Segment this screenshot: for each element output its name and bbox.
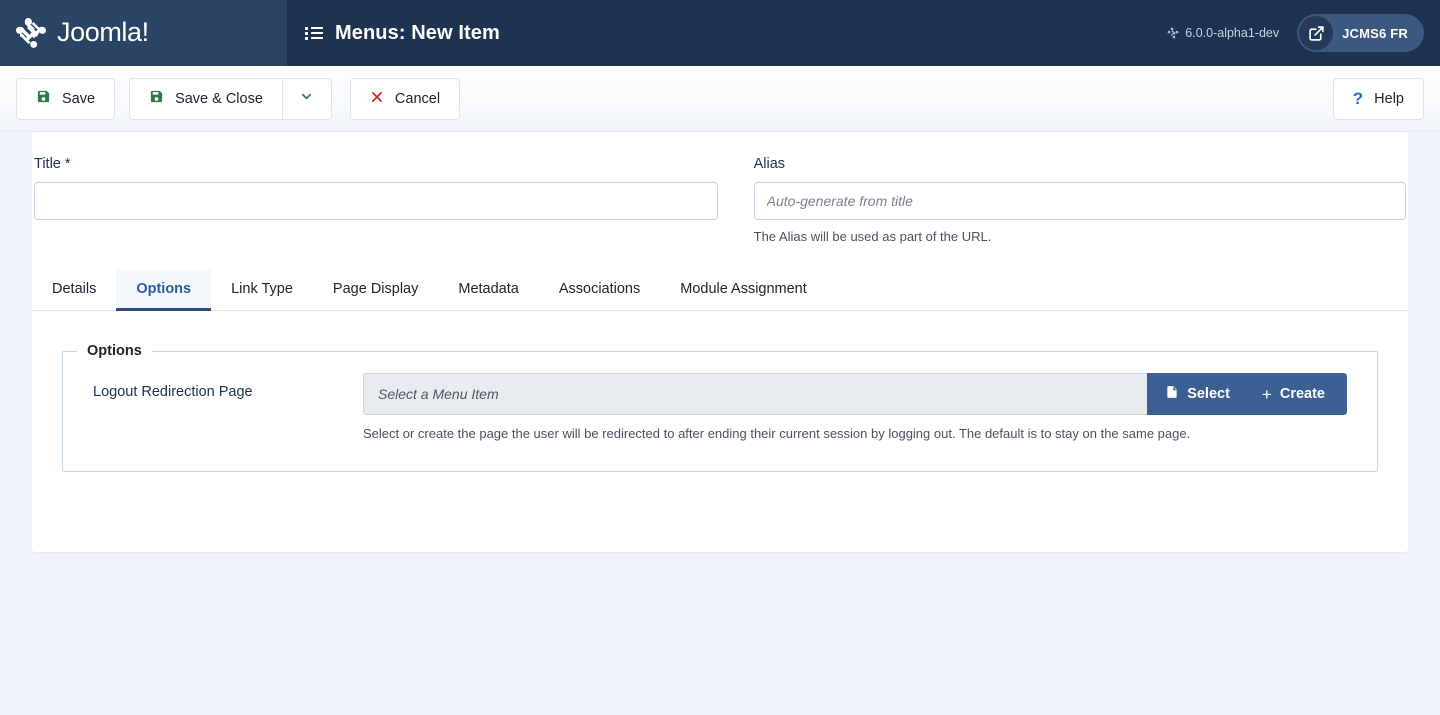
create-button-label: Create	[1279, 386, 1325, 402]
options-tab-panel: Options Logout Redirection Page Select a…	[32, 311, 1408, 473]
tab-label: Associations	[558, 281, 641, 297]
tab-label: Link Type	[231, 281, 293, 297]
title-field-group: Title *	[32, 156, 720, 244]
alias-hint: The Alias will be used as part of the UR…	[753, 229, 992, 244]
title-label: Title *	[34, 156, 71, 172]
admin-header: Joomla! Menus: New Item 6.0.0-alpha1-dev…	[0, 0, 1440, 66]
menu-item-display-input[interactable]	[363, 373, 1148, 415]
save-options-dropdown-button[interactable]	[281, 77, 332, 120]
save-and-close-label: Save & Close	[175, 90, 263, 107]
tab-associations[interactable]: Associations	[539, 270, 660, 311]
version-info: 6.0.0-alpha1-dev	[1167, 26, 1279, 40]
edit-tabs: Details Options Link Type Page Display Metad…	[32, 270, 1408, 311]
edit-form-card: Title * Alias The Alias will be used as …	[32, 132, 1408, 552]
joomla-logo: Joomla!	[14, 16, 149, 50]
close-x-icon	[370, 90, 384, 108]
alias-input[interactable]	[753, 182, 1406, 220]
joomla-logo-icon	[16, 18, 46, 48]
editor-toolbar: Save Save & Close Cancel ? Help	[0, 66, 1440, 132]
plus-icon: +	[1261, 384, 1272, 404]
page-title: Menus: New Item	[335, 21, 500, 44]
logout-redirection-hint: Select or create the page the user will …	[363, 426, 1191, 441]
tab-page-display[interactable]: Page Display	[313, 270, 438, 311]
chevron-down-icon	[299, 89, 314, 108]
options-fieldset: Options Logout Redirection Page Select a…	[62, 343, 1378, 473]
brand-name: Joomla!	[57, 16, 149, 47]
logout-redirection-label: Logout Redirection Page	[93, 384, 253, 400]
visit-site-button[interactable]: JCMS6 FR	[1297, 14, 1424, 52]
logout-redirection-control: Select + Create Select or create the pag…	[363, 373, 1347, 443]
create-menu-item-button[interactable]: + Create	[1247, 373, 1347, 415]
cancel-button[interactable]: Cancel	[349, 77, 461, 120]
alias-label: Alias	[753, 156, 786, 172]
tab-options[interactable]: Options	[116, 270, 212, 311]
tab-link-type[interactable]: Link Type	[211, 270, 313, 311]
tab-label: Options	[136, 281, 192, 297]
menu-item-picker-group: Select + Create	[363, 373, 1347, 415]
floppy-disk-icon	[36, 89, 51, 108]
select-button-label: Select	[1187, 386, 1230, 402]
tab-label: Module Assignment	[680, 281, 807, 297]
brand-logo-area[interactable]: Joomla!	[0, 0, 287, 66]
title-alias-row: Title * Alias The Alias will be used as …	[32, 132, 1408, 244]
options-fieldset-legend: Options	[87, 343, 142, 359]
alias-field-group: Alias The Alias will be used as part of …	[752, 156, 1408, 244]
tab-module-assignment[interactable]: Module Assignment	[660, 270, 827, 311]
logout-redirection-row: Logout Redirection Page Select a Menu It…	[63, 359, 1377, 443]
list-icon	[305, 26, 323, 40]
help-button-label: Help	[1374, 90, 1404, 107]
title-input[interactable]	[34, 182, 718, 220]
save-button[interactable]: Save	[16, 77, 116, 120]
visit-site-label: JCMS6 FR	[1342, 25, 1408, 41]
file-document-icon	[1165, 384, 1179, 404]
tab-label: Page Display	[332, 281, 419, 297]
help-button[interactable]: ? Help	[1332, 77, 1424, 120]
external-link-icon	[1299, 16, 1334, 50]
joomla-mini-icon	[1167, 27, 1179, 39]
question-mark-icon: ?	[1352, 89, 1364, 108]
tab-label: Metadata	[458, 281, 519, 297]
select-menu-item-button[interactable]: Select	[1147, 373, 1248, 415]
tab-metadata[interactable]: Metadata	[438, 270, 538, 311]
save-and-close-group: Save & Close	[129, 77, 332, 120]
tab-details[interactable]: Details	[32, 270, 116, 311]
header-right-area: 6.0.0-alpha1-dev JCMS6 FR	[1167, 0, 1440, 66]
save-button-label: Save	[62, 90, 96, 107]
version-text: 6.0.0-alpha1-dev	[1185, 26, 1280, 40]
page-title-area: Menus: New Item	[287, 0, 1167, 66]
cancel-button-label: Cancel	[394, 90, 441, 107]
floppy-disk-icon	[149, 89, 164, 108]
save-and-close-button[interactable]: Save & Close	[129, 77, 282, 120]
tab-label: Details	[52, 281, 97, 297]
